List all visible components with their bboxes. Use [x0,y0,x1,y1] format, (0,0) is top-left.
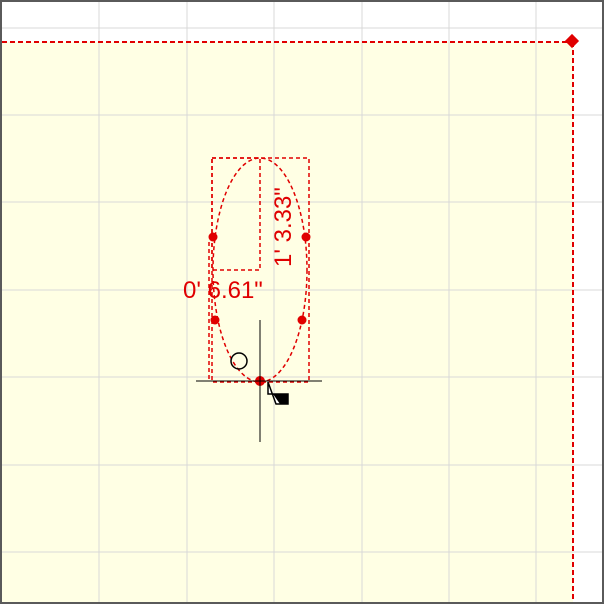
paper-sheet [2,42,573,602]
drawing-canvas[interactable]: 0' 6.61" 1' 3.33" [0,0,604,604]
drawing-area[interactable]: 0' 6.61" 1' 3.33" [2,2,604,604]
ellipse-handle[interactable] [297,315,307,325]
ellipse-handle[interactable] [301,232,311,242]
width-dimension-label: 0' 6.61" [183,277,263,304]
ellipse-handle[interactable] [208,232,218,242]
height-dimension-label: 1' 3.33" [270,187,297,267]
ellipse-handle[interactable] [210,315,220,325]
